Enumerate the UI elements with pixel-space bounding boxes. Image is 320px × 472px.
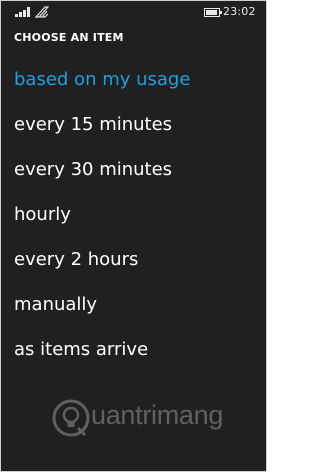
picker-item-selected[interactable]: based on my usage bbox=[1, 65, 266, 110]
watermark: uantrimang bbox=[51, 396, 266, 471]
picker-list: based on my usage every 15 minutes every 3… bbox=[1, 65, 266, 380]
battery-level-fill bbox=[206, 10, 217, 15]
battery-icon bbox=[204, 8, 222, 17]
picker-item[interactable]: manually bbox=[1, 290, 266, 335]
picker-item[interactable]: every 30 minutes bbox=[1, 155, 266, 200]
picker-item[interactable]: hourly bbox=[1, 200, 266, 245]
watermark-text: uantrimang bbox=[91, 400, 224, 430]
picker-item[interactable]: every 2 hours bbox=[1, 245, 266, 290]
picker-item[interactable]: as items arrive bbox=[1, 335, 266, 380]
wifi-icon bbox=[35, 6, 49, 18]
signal-strength-icon bbox=[15, 7, 33, 17]
picker-item[interactable]: every 15 minutes bbox=[1, 110, 266, 155]
lightbulb-icon bbox=[52, 399, 90, 437]
status-bar: 23:02 bbox=[1, 1, 266, 23]
phone-screen: 23:02 CHOOSE AN ITEM based on my usage ev… bbox=[0, 0, 267, 472]
status-clock: 23:02 bbox=[223, 5, 256, 18]
picker-header: CHOOSE AN ITEM bbox=[14, 31, 124, 44]
